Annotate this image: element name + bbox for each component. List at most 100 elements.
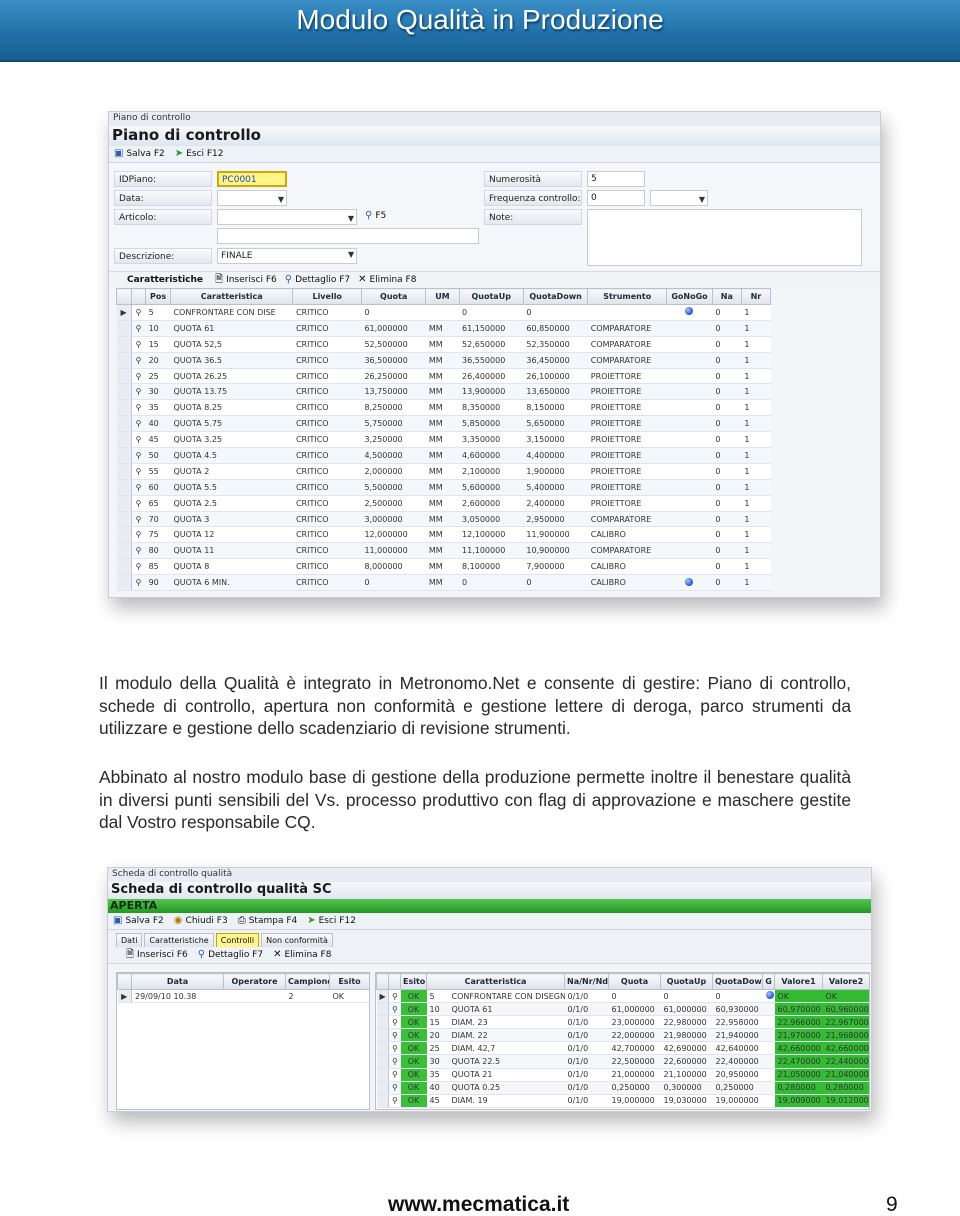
detail-search-icon[interactable]: ⚲ [388, 1081, 401, 1095]
chevron-down-icon[interactable]: ▼ [278, 192, 284, 207]
detail-search-icon[interactable]: ⚲ [131, 526, 146, 544]
column-header[interactable]: QuotaDown [522, 288, 589, 305]
chevron-down-icon[interactable]: ▼ [699, 192, 705, 207]
detail-button[interactable]: ⚲ Dettaglio F7 [285, 275, 350, 286]
column-header[interactable]: G [762, 973, 775, 990]
detail-search-icon[interactable]: ⚲ [131, 320, 146, 337]
tab-controlli[interactable]: Controlli [215, 933, 260, 947]
column-header[interactable]: Operatore [223, 973, 286, 990]
detail-search-icon[interactable]: ⚲ [131, 542, 146, 560]
tab-non-conformita[interactable]: Non conformità [261, 933, 333, 947]
table-row[interactable]: ⚲ 30 QUOTA 13.75 CRITICO 13,750000 MM 13,90000… [116, 383, 771, 401]
detail-search-icon[interactable]: ⚲ [388, 1094, 401, 1108]
detail-search-icon[interactable]: ⚲ [388, 1028, 401, 1043]
row-selector[interactable] [376, 1028, 389, 1043]
table-row[interactable]: ⚲ 90 QUOTA 6 MIN. CRITICO 0 MM 0 0 CALIBRO 0 1 [116, 574, 771, 592]
save-button[interactable]: ▣ Salva F2 [113, 916, 164, 927]
column-header[interactable]: Nr [740, 288, 772, 305]
table-row[interactable]: ⚲ 45 QUOTA 3.25 CRITICO 3,250000 MM 3,350000 3,… [116, 431, 771, 449]
column-header[interactable]: QuotaUp [458, 288, 524, 305]
column-header[interactable]: Livello [292, 288, 362, 305]
table-row[interactable]: ⚲ 80 QUOTA 11 CRITICO 11,000000 MM 11,100000 10… [116, 542, 771, 560]
row-selector[interactable] [116, 479, 132, 496]
column-header[interactable]: Data [131, 973, 224, 990]
row-selector[interactable] [116, 542, 132, 560]
row-selector[interactable] [116, 574, 132, 592]
exit-button[interactable]: ➤ Esci F12 [175, 149, 224, 160]
row-selector[interactable] [116, 383, 132, 401]
detail-search-icon[interactable]: ⚲ [131, 368, 146, 385]
column-header[interactable]: UM [425, 288, 460, 305]
detail-search-icon[interactable]: ⚲ [388, 1054, 401, 1069]
table-row[interactable]: ⚲ 25 QUOTA 26.25 CRITICO 26,250000 MM 26,40000… [116, 368, 771, 385]
detail-button[interactable]: ⚲ Dettaglio F7 [198, 950, 263, 961]
detail-search-icon[interactable]: ⚲ [131, 511, 146, 528]
detail-search-icon[interactable]: ⚲ [388, 1041, 401, 1056]
row-selector[interactable] [376, 1041, 389, 1056]
f5-lookup-button[interactable]: ⚲ F5 [365, 211, 386, 222]
save-button[interactable]: ▣ Salva F2 [114, 149, 165, 160]
article-description-field[interactable] [217, 228, 479, 244]
detail-search-icon[interactable]: ⚲ [131, 336, 146, 353]
detail-search-icon[interactable]: ⚲ [131, 479, 146, 496]
table-row[interactable]: ⚲ OK 35 QUOTA 21 0/1/0 21,000000 21,100000 20,9… [376, 1068, 869, 1082]
row-selector[interactable] [116, 447, 132, 464]
row-selector[interactable] [376, 1094, 389, 1108]
row-selector[interactable] [116, 558, 132, 576]
column-header[interactable]: Na/Nr/Nd [564, 973, 609, 990]
column-header[interactable]: GoNoGo [666, 288, 713, 305]
table-row[interactable]: ⚲ 65 QUOTA 2.5 CRITICO 2,500000 MM 2,600000 2,4… [116, 495, 771, 512]
insert-button[interactable]: 🗎 Inserisci F6 [215, 275, 277, 286]
table-row[interactable]: ⚲ 85 QUOTA 8 CRITICO 8,000000 MM 8,100000 7,900… [116, 558, 771, 576]
table-row[interactable]: ⚲ OK 45 DIAM. 19 0/1/0 19,000000 19,030000 19,0… [376, 1094, 869, 1108]
detail-search-icon[interactable]: ⚲ [131, 415, 146, 433]
column-header[interactable]: Caratteristica [426, 973, 565, 990]
detail-search-icon[interactable]: ⚲ [388, 1015, 401, 1030]
note-field[interactable] [587, 209, 862, 266]
detail-search-icon[interactable]: ⚲ [388, 989, 401, 1004]
table-row[interactable]: ⚲ OK 15 DIAM. 23 0/1/0 23,000000 22,980000 22,9… [376, 1015, 869, 1030]
row-selector[interactable] [116, 368, 132, 385]
detail-search-icon[interactable]: ⚲ [131, 574, 146, 592]
delete-button[interactable]: ✕ Elimina F8 [273, 950, 331, 961]
table-row[interactable]: ⚲ 75 QUOTA 12 CRITICO 12,000000 MM 12,100000 11… [116, 526, 771, 544]
insert-button[interactable]: 🗎 Inserisci F6 [126, 950, 188, 961]
detail-search-icon[interactable]: ⚲ [131, 558, 146, 576]
row-selector[interactable] [116, 352, 132, 369]
detail-search-icon[interactable]: ⚲ [131, 431, 146, 449]
table-row[interactable]: ⚲ 55 QUOTA 2 CRITICO 2,000000 MM 2,100000 1,900… [116, 463, 771, 480]
table-row[interactable]: ⚲ 15 QUOTA 52,5 CRITICO 52,500000 MM 52,650000… [116, 336, 771, 353]
table-row[interactable]: ⚲ OK 25 DIAM. 42,7 0/1/0 42,700000 42,690000 42… [376, 1041, 869, 1056]
row-selector[interactable] [376, 1015, 389, 1030]
row-selector[interactable] [376, 1081, 389, 1095]
column-header[interactable]: Esito [329, 973, 369, 990]
column-header[interactable]: Strumento [587, 288, 668, 305]
sample-size-field[interactable]: 5 [587, 171, 645, 187]
print-button[interactable]: ⎙ Stampa F4 [238, 916, 298, 927]
row-selector[interactable] [116, 320, 132, 337]
column-header[interactable]: QuotaDow [712, 973, 763, 990]
row-selector[interactable]: ▶ [116, 304, 132, 321]
frequency-field[interactable]: 0 [587, 190, 645, 206]
row-selector[interactable] [376, 1068, 389, 1082]
detail-search-icon[interactable]: ⚲ [131, 495, 146, 512]
detail-search-icon[interactable]: ⚲ [131, 399, 146, 417]
table-row[interactable]: ⚲ 40 QUOTA 5.75 CRITICO 5,750000 MM 5,850000 5,… [116, 415, 771, 433]
table-row[interactable]: ⚲ OK 10 QUOTA 61 0/1/0 61,000000 61,000000 60,9… [376, 1002, 869, 1017]
row-selector[interactable]: ▶ [376, 989, 389, 1004]
detail-search-icon[interactable]: ⚲ [388, 1068, 401, 1082]
column-header[interactable]: Esito [400, 973, 427, 990]
id-field[interactable]: PC0001 [217, 171, 287, 187]
detail-search-icon[interactable]: ⚲ [131, 352, 146, 369]
column-header[interactable]: Quota [360, 288, 427, 305]
row-selector[interactable] [116, 526, 132, 544]
row-selector[interactable] [116, 399, 132, 417]
table-row[interactable]: ⚲ 50 QUOTA 4.5 CRITICO 4,500000 MM 4,600000 4,4… [116, 447, 771, 464]
column-header[interactable]: Pos [145, 288, 171, 305]
row-selector[interactable] [116, 431, 132, 449]
table-row[interactable]: ⚲ 10 QUOTA 61 CRITICO 61,000000 MM 61,150000 60… [116, 320, 771, 337]
date-field[interactable]: ▼ [217, 190, 287, 206]
row-selector[interactable] [116, 336, 132, 353]
column-header[interactable]: Caratteristica [169, 288, 294, 305]
table-row[interactable]: ⚲ 70 QUOTA 3 CRITICO 3,000000 MM 3,050000 2,950… [116, 511, 771, 528]
